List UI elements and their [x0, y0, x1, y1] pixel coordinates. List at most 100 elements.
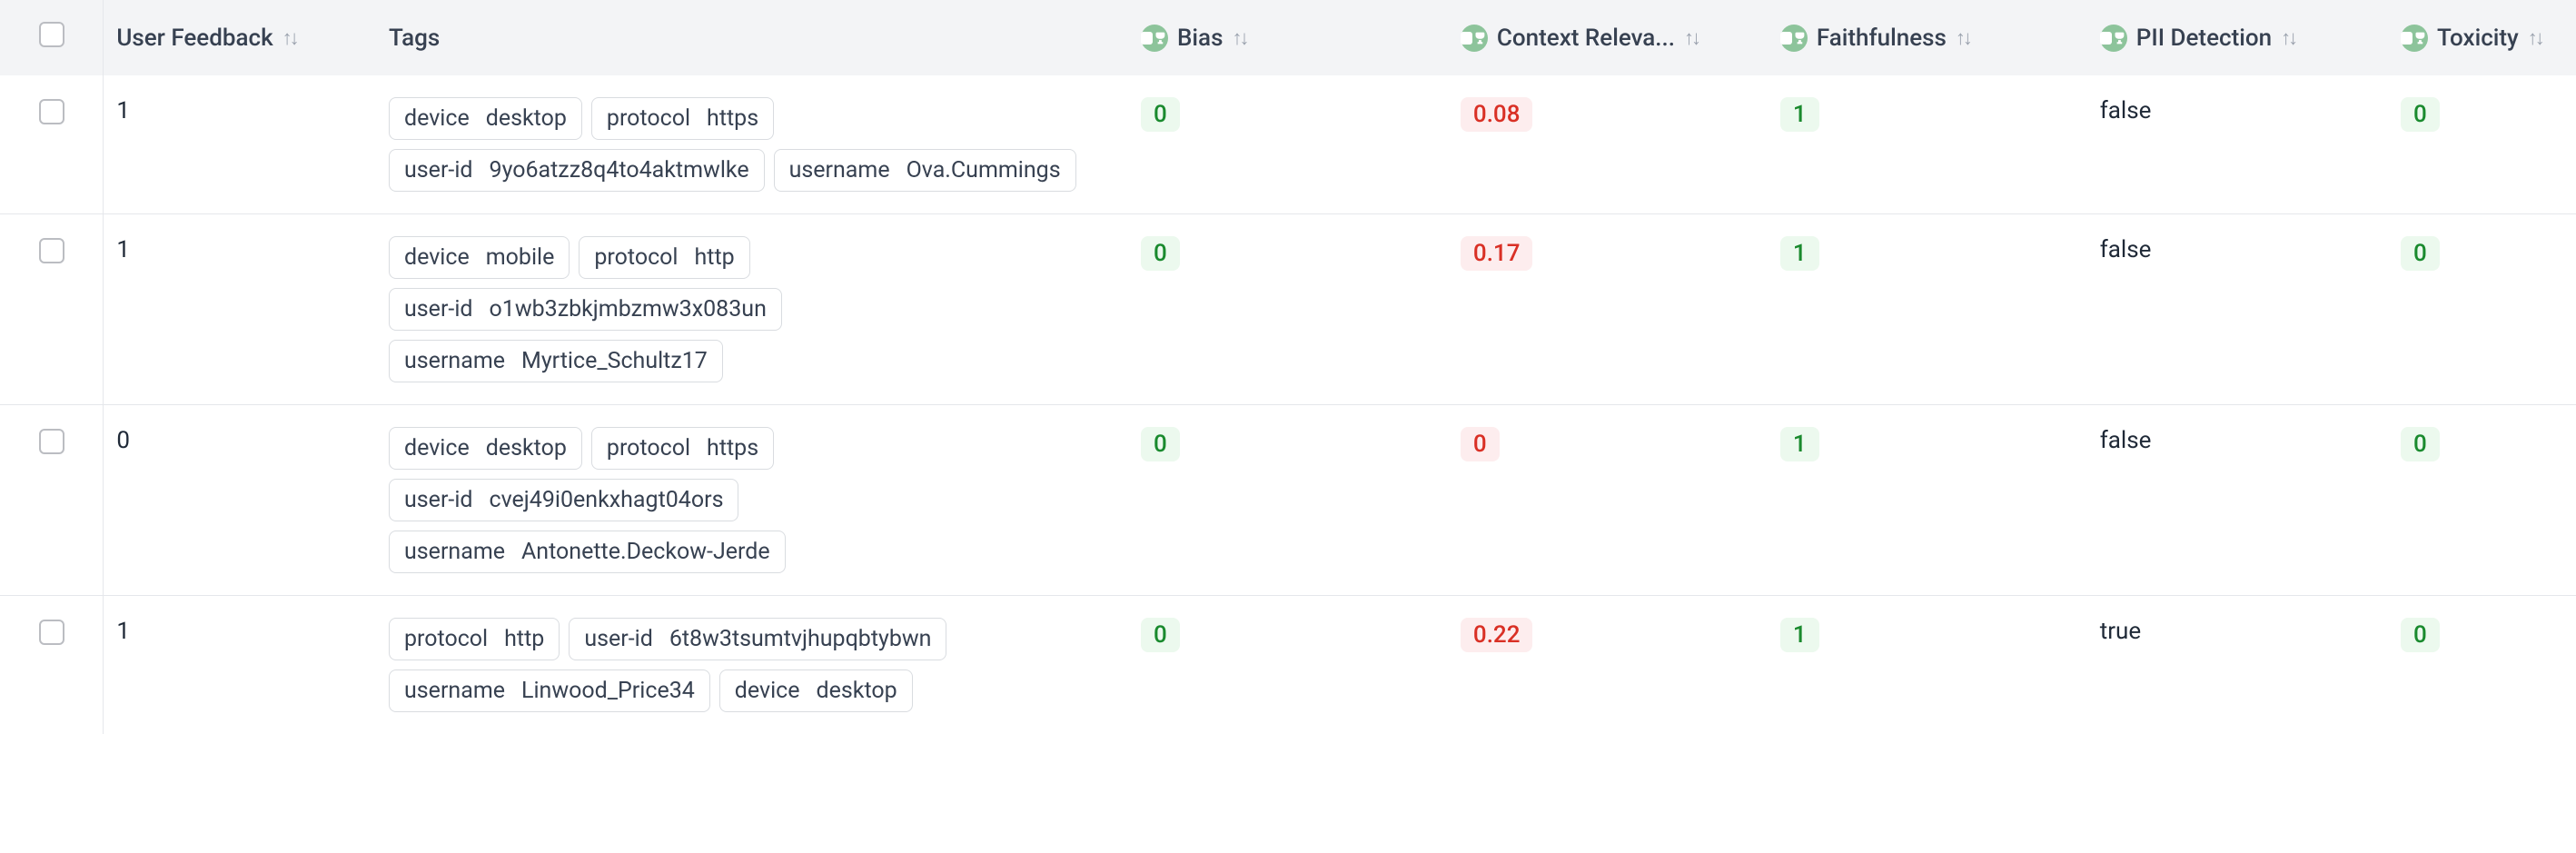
header-pii-detection[interactable]: PII Detection	[2087, 0, 2388, 75]
tag-value: https	[707, 105, 758, 132]
tag-key: username	[404, 539, 505, 565]
row-checkbox[interactable]	[39, 238, 64, 263]
tag-key: username	[404, 678, 505, 704]
faithfulness-badge: 1	[1780, 97, 1819, 132]
header-toxicity[interactable]: Toxicity	[2388, 0, 2576, 75]
tag-chip[interactable]: devicedesktop	[719, 670, 913, 712]
context-relevance-cell: 0.17	[1448, 214, 1768, 405]
header-label: Toxicity	[2437, 25, 2519, 52]
faithfulness-badge: 1	[1780, 427, 1819, 461]
toxicity-badge: 0	[2401, 427, 2440, 461]
row-checkbox-cell	[0, 405, 104, 596]
tag-key: username	[404, 348, 505, 374]
data-table: User Feedback Tags Bias Contex	[0, 0, 2576, 734]
header-label: Context Releva...	[1497, 25, 1675, 52]
tag-value: Antonette.Deckow-Jerde	[521, 539, 770, 565]
header-tags[interactable]: Tags	[376, 0, 1128, 75]
faithfulness-cell: 1	[1768, 214, 2087, 405]
pii-detection-cell: false	[2087, 405, 2388, 596]
select-all-checkbox[interactable]	[39, 22, 64, 47]
tag-value: Linwood_Price34	[521, 678, 695, 704]
user-feedback-cell: 1	[104, 596, 376, 735]
context-relevance-cell: 0.22	[1448, 596, 1768, 735]
toxicity-cell: 0	[2388, 405, 2576, 596]
tag-chip[interactable]: protocolhttp	[579, 236, 749, 279]
metric-icon	[1141, 25, 1168, 52]
sort-icon[interactable]	[1232, 26, 1246, 50]
user-feedback-cell: 0	[104, 405, 376, 596]
tag-chip[interactable]: username Myrtice_Schultz17	[389, 340, 723, 382]
context-relevance-badge: 0	[1461, 427, 1500, 461]
tag-chip[interactable]: devicemobile	[389, 236, 570, 279]
toxicity-badge: 0	[2401, 97, 2440, 132]
tags-cell: devicedesktop protocol https user-idcvej49i…	[376, 405, 1128, 596]
tag-chip[interactable]: protocolhttp	[389, 618, 560, 660]
metric-icon	[2401, 25, 2428, 52]
tag-chip[interactable]: protocol https	[591, 97, 774, 140]
row-checkbox[interactable]	[39, 429, 64, 454]
tag-value: Myrtice_Schultz17	[521, 348, 708, 374]
bias-badge: 0	[1141, 427, 1180, 461]
tag-value: http	[504, 626, 544, 652]
pii-detection-value: false	[2100, 97, 2152, 124]
tag-chip[interactable]: username Antonette.Deckow-Jerde	[389, 531, 786, 573]
header-label: PII Detection	[2136, 25, 2272, 52]
row-checkbox[interactable]	[39, 99, 64, 124]
tag-key: protocol	[607, 105, 690, 132]
table-row: 1 device desktop protocol https user-id9yo6at…	[0, 75, 2576, 214]
sort-icon[interactable]	[1956, 26, 1970, 50]
tag-key: user-id	[404, 157, 473, 183]
faithfulness-cell: 1	[1768, 75, 2087, 214]
tag-chip[interactable]: user-id6t8w3tsumtvjhupqbtybwn	[569, 618, 946, 660]
header-bias[interactable]: Bias	[1128, 0, 1448, 75]
tag-key: device	[404, 105, 470, 132]
tag-value: 6t8w3tsumtvjhupqbtybwn	[669, 626, 932, 652]
header-faithfulness[interactable]: Faithfulness	[1768, 0, 2087, 75]
tag-value: desktop	[486, 435, 567, 461]
user-feedback-value: 0	[116, 427, 130, 454]
tag-value: cvej49i0enkxhagt04ors	[490, 487, 724, 513]
row-checkbox-cell	[0, 596, 104, 735]
row-checkbox-cell	[0, 214, 104, 405]
toxicity-cell: 0	[2388, 214, 2576, 405]
pii-detection-value: false	[2100, 236, 2152, 263]
tag-key: protocol	[594, 244, 678, 271]
context-relevance-badge: 0.22	[1461, 618, 1533, 652]
header-context-relevance[interactable]: Context Releva...	[1448, 0, 1768, 75]
tag-key: device	[735, 678, 800, 704]
faithfulness-badge: 1	[1780, 236, 1819, 271]
row-checkbox[interactable]	[39, 620, 64, 645]
header-label: User Feedback	[116, 25, 272, 52]
tag-chip[interactable]: user-id9yo6atzz8q4to4aktmwlke	[389, 149, 765, 192]
metric-icon	[1461, 25, 1488, 52]
pii-detection-value: false	[2100, 427, 2152, 454]
header-label: Tags	[389, 25, 440, 52]
tag-chip[interactable]: device desktop	[389, 97, 582, 140]
tag-chip[interactable]: usernameOva.Cummings	[774, 149, 1076, 192]
tag-chip[interactable]: devicedesktop	[389, 427, 582, 470]
sort-icon[interactable]	[1684, 26, 1699, 50]
tag-chip[interactable]: user-idcvej49i0enkxhagt04ors	[389, 479, 738, 521]
user-feedback-value: 1	[116, 236, 130, 263]
metric-icon	[1780, 25, 1808, 52]
sort-icon[interactable]	[2281, 26, 2295, 50]
toxicity-badge: 0	[2401, 618, 2440, 652]
tag-value: desktop	[486, 105, 567, 132]
bias-cell: 0	[1128, 596, 1448, 735]
bias-badge: 0	[1141, 618, 1180, 652]
toxicity-badge: 0	[2401, 236, 2440, 271]
tag-chip[interactable]: username Linwood_Price34	[389, 670, 710, 712]
tags-cell: protocolhttpuser-id6t8w3tsumtvjhupqbtybw…	[376, 596, 1128, 735]
tag-key: protocol	[607, 435, 690, 461]
sort-icon[interactable]	[282, 26, 297, 50]
tag-chip[interactable]: user-ido1wb3zbkjmbzmw3x083un	[389, 288, 782, 331]
sort-icon[interactable]	[2528, 26, 2542, 50]
table-row: 1protocolhttpuser-id6t8w3tsumtvjhupqbtyb…	[0, 596, 2576, 735]
bias-cell: 0	[1128, 405, 1448, 596]
tag-value: https	[707, 435, 758, 461]
header-user-feedback[interactable]: User Feedback	[104, 0, 376, 75]
context-relevance-badge: 0.17	[1461, 236, 1533, 271]
tag-chip[interactable]: protocol https	[591, 427, 774, 470]
tag-key: user-id	[404, 296, 473, 322]
tag-key: username	[789, 157, 890, 183]
